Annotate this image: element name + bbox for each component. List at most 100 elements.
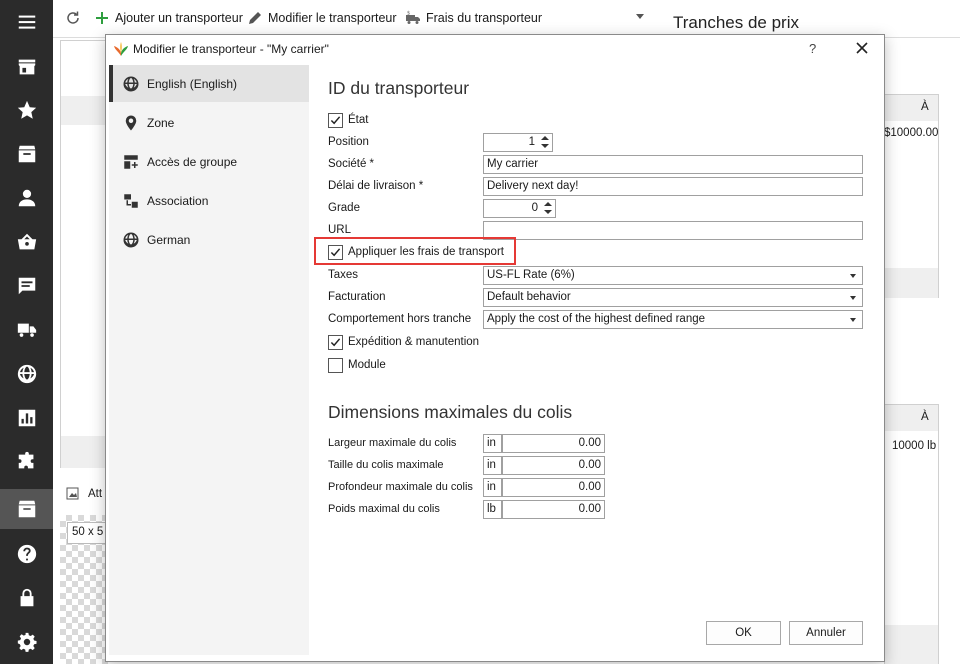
box-icon[interactable] xyxy=(0,134,53,174)
close-icon[interactable] xyxy=(854,40,870,56)
dialog-title: Modifier le transporteur - "My carrier" xyxy=(133,42,329,56)
gear-icon[interactable] xyxy=(0,622,53,662)
check-icon xyxy=(330,116,341,125)
lock-icon[interactable] xyxy=(0,578,53,618)
dimension-label: Poids maximal du colis xyxy=(328,503,440,515)
association-icon xyxy=(124,193,138,208)
nav-label: Association xyxy=(147,193,209,208)
societe-field[interactable]: My carrier xyxy=(483,155,863,174)
carrier-fees-label: Frais du transporteur xyxy=(426,11,543,25)
dimension-unit: in xyxy=(483,456,502,475)
user-icon[interactable] xyxy=(0,178,53,218)
check-icon xyxy=(330,338,341,347)
taxes-select[interactable]: US-FL Rate (6%) xyxy=(483,266,863,285)
star-icon[interactable] xyxy=(0,90,53,130)
frais-label: Appliquer les frais de transport xyxy=(348,246,504,258)
edit-carrier-dialog: Modifier le transporteur - "My carrier" … xyxy=(105,34,885,662)
globe-icon[interactable] xyxy=(0,354,53,394)
price-ranges-heading: Tranches de prix xyxy=(673,13,799,32)
hors-tranche-select[interactable]: Apply the cost of the highest defined ra… xyxy=(483,310,863,329)
taille-field[interactable]: 0.00 xyxy=(502,456,605,475)
edit-carrier-label: Modifier le transporteur xyxy=(268,11,397,25)
basket-icon[interactable] xyxy=(0,222,53,262)
edit-carrier-button[interactable]: Modifier le transporteur xyxy=(247,10,397,26)
module-checkbox[interactable] xyxy=(328,358,343,373)
delai-field[interactable]: Delivery next day! xyxy=(483,177,863,196)
main-toolbar: Ajouter un transporteur Modifier le tran… xyxy=(53,0,960,38)
refresh-button[interactable] xyxy=(65,10,81,26)
truck-icon[interactable] xyxy=(0,310,53,350)
price-footer-row xyxy=(885,268,938,298)
menu-icon[interactable] xyxy=(0,2,53,42)
dialog-nav: English (English) Zone Accès de groupe A… xyxy=(109,65,309,655)
inbox-icon[interactable] xyxy=(0,489,53,529)
help-icon[interactable] xyxy=(0,534,53,574)
nav-item-association[interactable]: Association xyxy=(109,182,309,219)
facturation-value: Default behavior xyxy=(487,291,571,303)
nav-label: Zone xyxy=(147,115,175,130)
globe-icon xyxy=(123,76,139,91)
location-pin-icon xyxy=(125,115,137,130)
poids-field[interactable]: 0.00 xyxy=(502,500,605,519)
cancel-button[interactable]: Annuler xyxy=(789,621,863,645)
svg-text:$: $ xyxy=(407,11,410,17)
carrier-fees-button[interactable]: $ Frais du transporteur xyxy=(405,10,542,26)
list-header-row xyxy=(61,96,109,125)
app-logo-icon xyxy=(114,42,128,56)
expedition-checkbox[interactable] xyxy=(328,335,343,350)
facturation-label: Facturation xyxy=(328,291,386,303)
etat-checkbox[interactable] xyxy=(328,113,343,128)
nav-item-zone[interactable]: Zone xyxy=(109,104,309,141)
dialog-titlebar: Modifier le transporteur - "My carrier" … xyxy=(106,35,884,63)
spin-arrows-icon[interactable] xyxy=(543,201,553,216)
carrier-list-panel xyxy=(60,40,110,468)
dimension-label: Taille du colis maximale xyxy=(328,459,444,471)
ok-button[interactable]: OK xyxy=(706,621,781,645)
grade-stepper[interactable]: 0 xyxy=(483,199,556,218)
pencil-icon xyxy=(249,12,261,24)
refresh-icon xyxy=(67,11,79,24)
url-field[interactable] xyxy=(483,221,863,240)
chart-icon[interactable] xyxy=(0,398,53,438)
dimension-label: Largeur maximale du colis xyxy=(328,437,457,449)
price-header-row xyxy=(885,95,938,121)
chevron-down-icon[interactable] xyxy=(636,14,644,19)
spin-arrows-icon[interactable] xyxy=(540,135,550,150)
hors-tranche-value: Apply the cost of the highest defined ra… xyxy=(487,313,706,325)
help-button[interactable]: ? xyxy=(809,41,816,56)
profondeur-field[interactable]: 0.00 xyxy=(502,478,605,497)
logo-size-label: 50 x 5 xyxy=(67,522,108,544)
message-icon[interactable] xyxy=(0,266,53,306)
largeur-field[interactable]: 0.00 xyxy=(502,434,605,453)
section-carrier-id-title: ID du transporteur xyxy=(328,78,470,98)
dimension-unit: in xyxy=(483,434,502,453)
module-label: Module xyxy=(348,359,386,371)
attach-label: Att xyxy=(88,488,103,500)
weight-to-value: 10000 lb xyxy=(892,440,937,452)
frais-checkbox[interactable] xyxy=(328,245,343,260)
check-icon xyxy=(330,248,341,257)
facturation-select[interactable]: Default behavior xyxy=(483,288,863,307)
puzzle-icon[interactable] xyxy=(0,442,53,482)
position-label: Position xyxy=(328,136,369,148)
image-icon xyxy=(66,487,79,500)
expedition-label: Expédition & manutention xyxy=(348,336,480,348)
position-stepper[interactable]: 1 xyxy=(483,133,553,152)
weight-ranges-panel: À 10000 lb xyxy=(884,404,939,664)
grade-label: Grade xyxy=(328,202,360,214)
nav-item-english[interactable]: English (English) xyxy=(109,65,309,102)
truck-fees-icon: $ xyxy=(406,11,420,24)
nav-label: German xyxy=(147,232,191,247)
add-carrier-button[interactable]: Ajouter un transporteur xyxy=(94,10,243,26)
dimension-label: Profondeur maximale du colis xyxy=(328,481,473,493)
hors-tranche-label: Comportement hors tranche xyxy=(328,313,472,325)
add-carrier-label: Ajouter un transporteur xyxy=(115,11,243,25)
nav-item-group-access[interactable]: Accès de groupe xyxy=(109,143,309,180)
nav-item-german[interactable]: German xyxy=(109,221,309,258)
price-to-value: $10000.00 xyxy=(884,127,939,139)
store-icon[interactable] xyxy=(0,47,53,87)
weight-header-row xyxy=(885,405,938,431)
position-value: 1 xyxy=(528,136,535,148)
chevron-down-icon xyxy=(850,318,856,322)
societe-label: Société * xyxy=(328,158,375,170)
